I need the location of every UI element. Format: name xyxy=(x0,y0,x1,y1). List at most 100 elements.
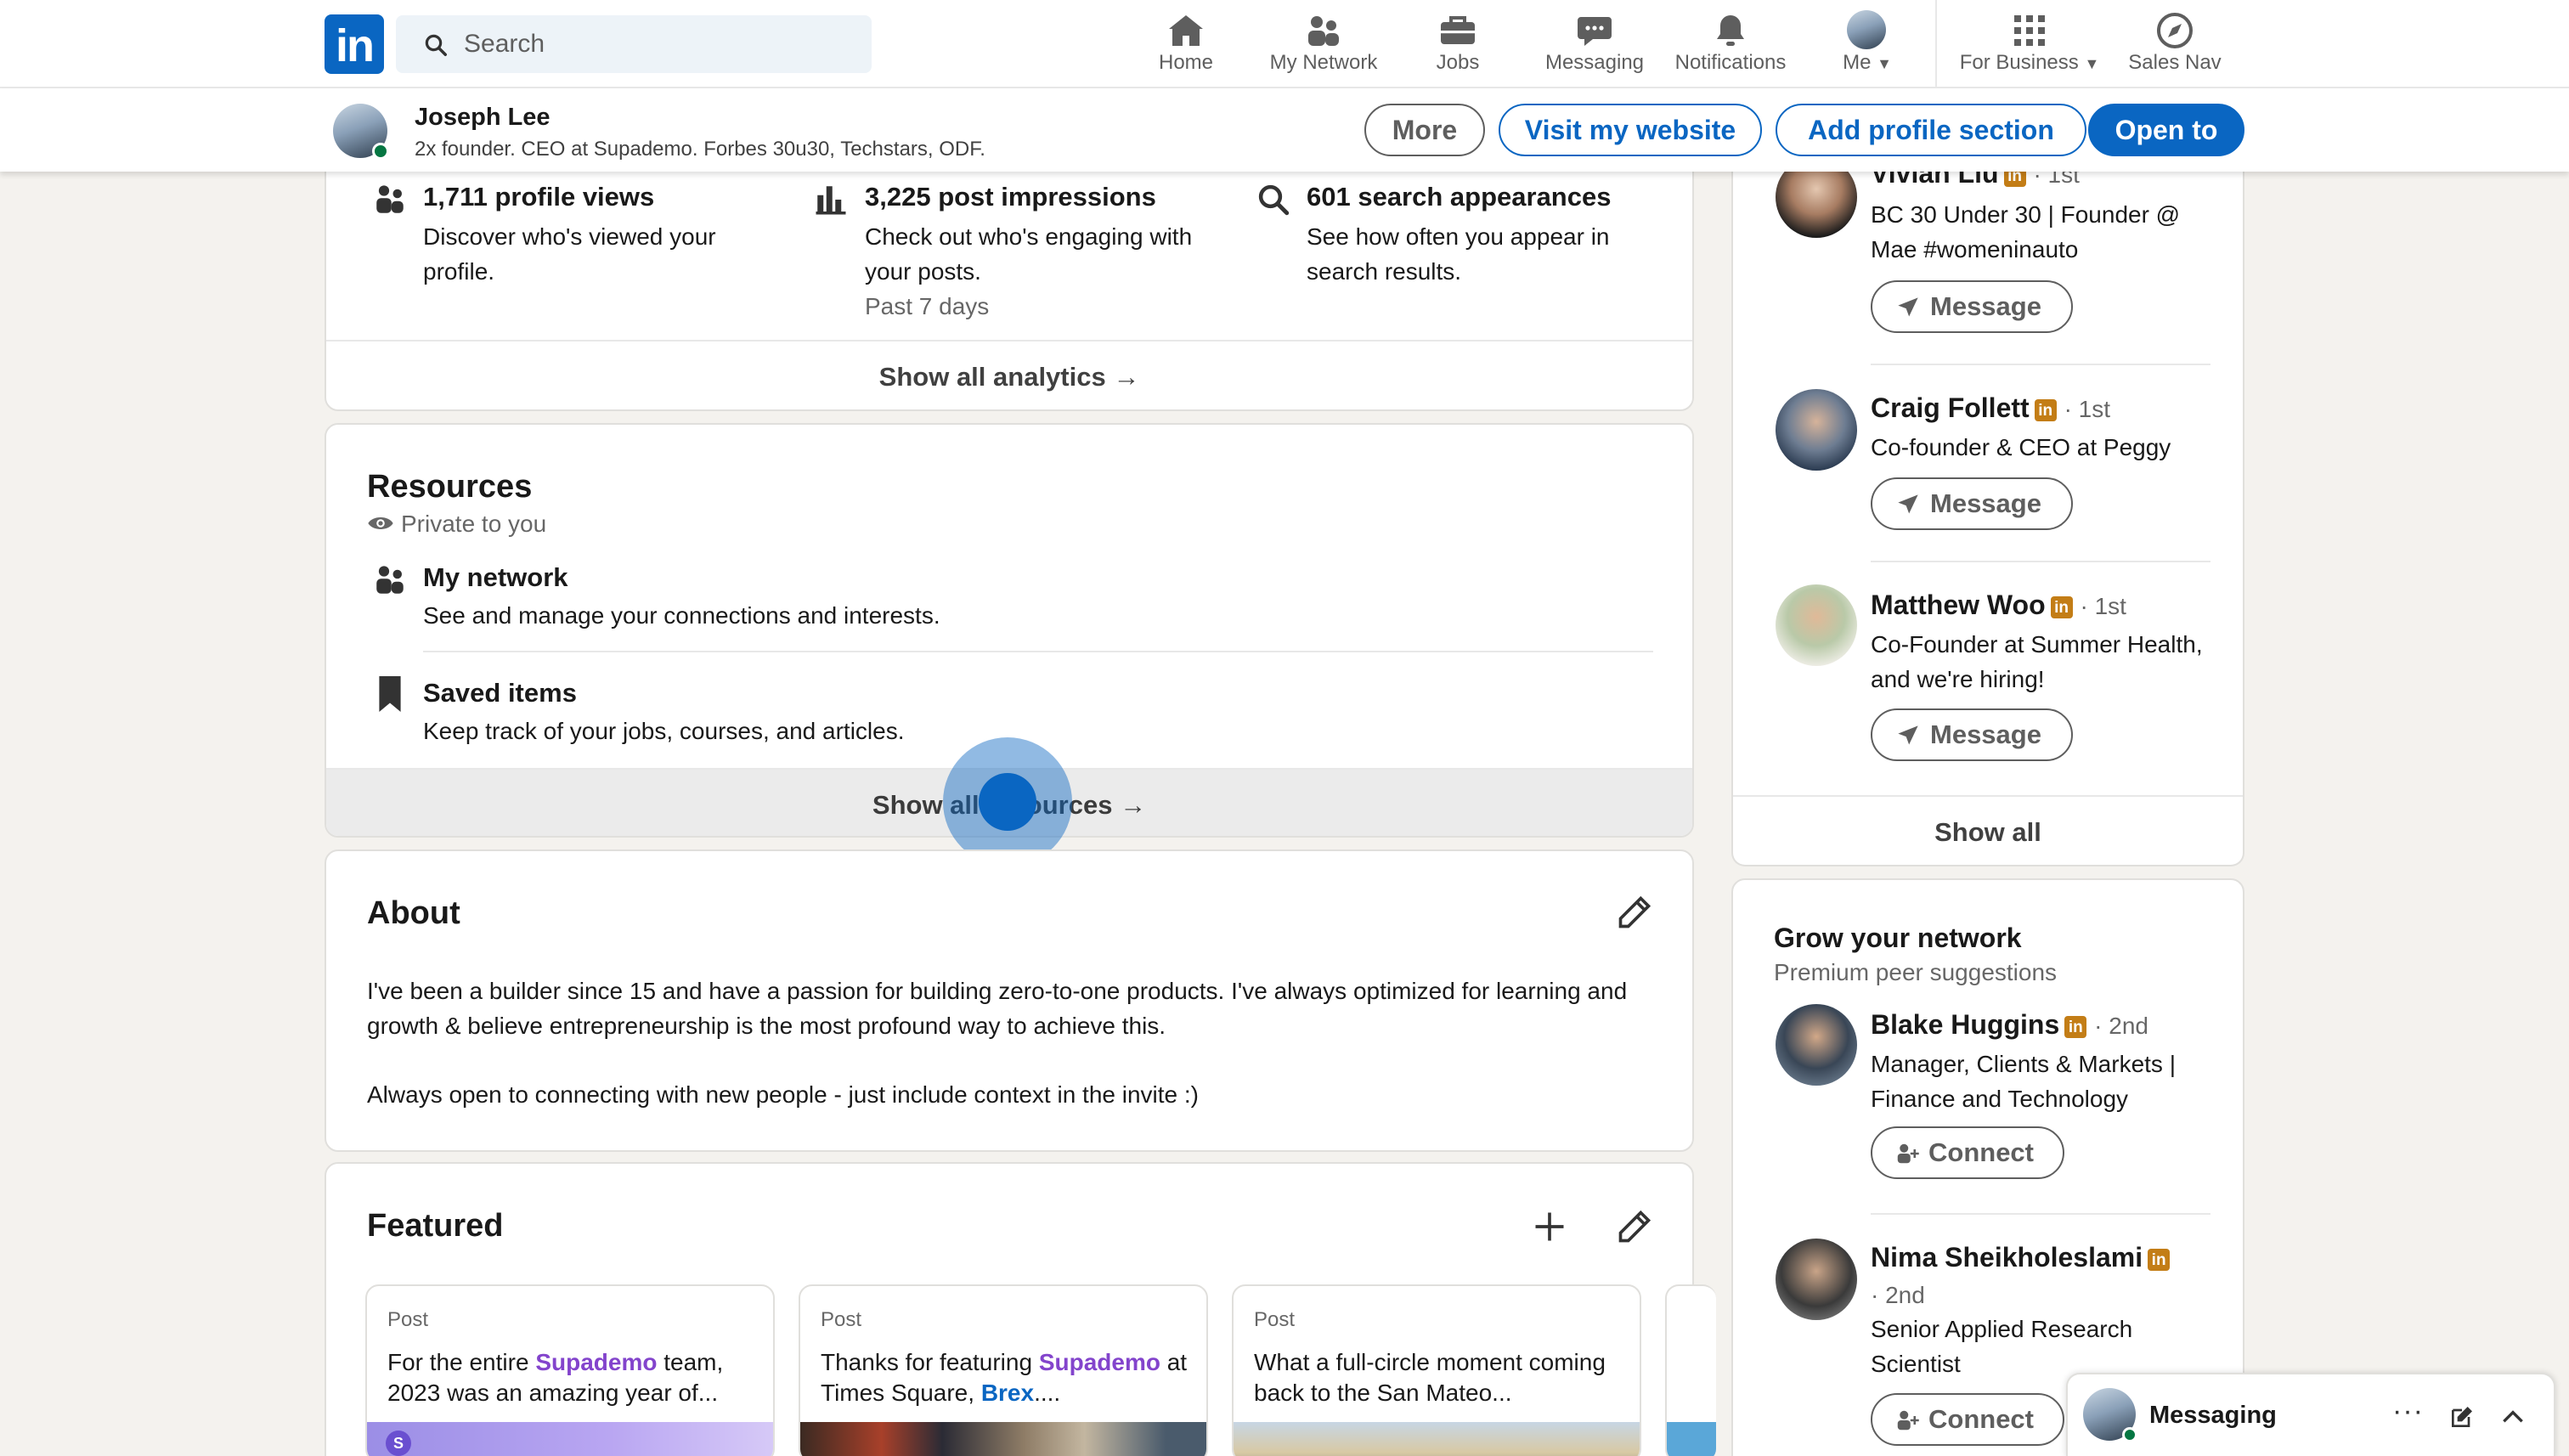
premium-badge-icon: in xyxy=(2148,1249,2171,1271)
caret-down-icon: ▼ xyxy=(1877,55,1892,72)
featured-post-4-partial[interactable] xyxy=(1665,1284,1716,1456)
nima-sheikholeslami-name[interactable]: Nima Sheikholeslami in xyxy=(1871,1242,2171,1273)
add-person-icon xyxy=(1897,1410,1919,1431)
post-snippet: Thanks for featuring Supademo at Times S… xyxy=(821,1349,1188,1406)
more-options-icon[interactable]: ··· xyxy=(2392,1395,2424,1428)
compass-icon xyxy=(2157,13,2193,48)
blake-huggins-avatar[interactable] xyxy=(1776,1004,1857,1086)
more-button[interactable]: More xyxy=(1364,104,1485,156)
search-icon xyxy=(425,34,447,56)
top-nav: in Home My Network Jobs Messaging Notifi… xyxy=(0,0,2569,88)
connect-blake-button[interactable]: Connect xyxy=(1871,1126,2064,1179)
message-matthew-button[interactable]: Message xyxy=(1871,708,2073,761)
resources-title: Resources xyxy=(367,469,533,505)
bookmark-icon xyxy=(379,676,401,712)
grow-network-title: Grow your network xyxy=(1774,923,2022,953)
open-to-button[interactable]: Open to xyxy=(2088,104,2244,156)
nima-sheikholeslami-avatar[interactable] xyxy=(1776,1239,1857,1320)
matthew-woo-avatar[interactable] xyxy=(1776,584,1857,666)
messaging-avatar xyxy=(2083,1388,2137,1442)
grow-network-card: Grow your network Premium peer suggestio… xyxy=(1731,878,2244,1456)
nav-notifications[interactable]: Notifications xyxy=(1667,0,1794,88)
divider xyxy=(423,651,1653,652)
send-icon xyxy=(1898,725,1918,745)
profile-avatar xyxy=(333,104,389,160)
compose-icon[interactable] xyxy=(2448,1403,2476,1431)
pencil-icon[interactable] xyxy=(1616,1208,1653,1245)
message-craig-button[interactable]: Message xyxy=(1871,477,2073,530)
people-icon xyxy=(376,566,404,594)
featured-post-2[interactable]: Post Thanks for featuring Supademo at Ti… xyxy=(799,1284,1208,1456)
profile-headline: 2x founder. CEO at Supademo. Forbes 30u3… xyxy=(415,138,985,161)
add-profile-section-button[interactable]: Add profile section xyxy=(1776,104,2086,156)
post-type-label: Post xyxy=(1254,1308,1296,1331)
linkedin-logo[interactable]: in xyxy=(325,14,384,74)
post-impressions-desc: Check out who's engaging with your posts… xyxy=(865,223,1193,285)
profile-views-title[interactable]: 1,711 profile views xyxy=(423,182,654,212)
featured-post-1[interactable]: Post For the entire Supademo team, 2023 … xyxy=(365,1284,775,1456)
blake-huggins-name[interactable]: Blake Huggins in · 2nd xyxy=(1871,1009,2148,1041)
post-impressions-note: Past 7 days xyxy=(865,293,990,319)
show-all-people-button[interactable]: Show all xyxy=(1733,795,2243,865)
profile-views-desc: Discover who's viewed your profile. xyxy=(423,223,716,285)
message-vivian-button[interactable]: Message xyxy=(1871,280,2073,333)
grid-apps-icon xyxy=(2014,15,2045,46)
matthew-woo-name[interactable]: Matthew Woo in · 1st xyxy=(1871,590,2126,621)
grow-network-subtitle: Premium peer suggestions xyxy=(1774,959,2058,985)
nima-sheikholeslami-degree: · 2nd xyxy=(1871,1282,1925,1308)
connect-nima-button[interactable]: Connect xyxy=(1871,1393,2064,1446)
caret-down-icon: ▼ xyxy=(2084,55,2100,72)
plus-icon[interactable] xyxy=(1531,1208,1568,1245)
post-type-label: Post xyxy=(387,1308,429,1331)
divider xyxy=(1871,364,2210,365)
craig-follett-headline: Co-founder & CEO at Peggy xyxy=(1871,434,2171,460)
show-all-analytics-button[interactable]: Show all analytics → xyxy=(326,340,1692,409)
messaging-icon xyxy=(1578,17,1612,46)
my-network-icon xyxy=(1308,16,1339,46)
nav-messaging[interactable]: Messaging xyxy=(1539,0,1650,88)
search-appearances-desc: See how often you appear in search resul… xyxy=(1307,223,1610,285)
my-network-link[interactable]: My network xyxy=(423,562,568,593)
add-person-icon xyxy=(1897,1143,1919,1164)
nav-jobs[interactable]: Jobs xyxy=(1424,0,1492,88)
featured-post-3[interactable]: Post What a full-circle moment coming ba… xyxy=(1232,1284,1641,1456)
nav-divider xyxy=(1935,0,1937,88)
nav-messaging-label: Messaging xyxy=(1544,51,1645,74)
messaging-dock[interactable]: Messaging ··· xyxy=(2066,1373,2555,1456)
eye-icon xyxy=(368,517,393,529)
about-card: About I've been a builder since 15 and h… xyxy=(325,849,1694,1152)
nav-home[interactable]: Home xyxy=(1152,0,1220,88)
nav-for-business[interactable]: For Business ▼ xyxy=(1951,0,2109,88)
search-appearances-title[interactable]: 601 search appearances xyxy=(1307,182,1611,212)
nav-sales-nav[interactable]: Sales Nav xyxy=(2124,0,2226,88)
analytics-card: 1,711 profile views Discover who's viewe… xyxy=(325,136,1694,411)
nav-my-network-label: My Network xyxy=(1269,51,1378,74)
search-icon xyxy=(1258,184,1290,216)
online-status-indicator xyxy=(2122,1427,2137,1442)
nima-sheikholeslami-headline: Senior Applied Research Scientist xyxy=(1871,1316,2133,1377)
click-indicator-dot xyxy=(979,773,1036,831)
craig-follett-name[interactable]: Craig Follett in · 1st xyxy=(1871,392,2110,424)
nav-for-business-label: For Business ▼ xyxy=(1959,51,2100,74)
me-avatar xyxy=(1847,10,1886,49)
saved-items-link[interactable]: Saved items xyxy=(423,678,577,708)
premium-badge-icon: in xyxy=(2034,399,2057,421)
divider xyxy=(1871,561,2210,562)
nav-me-label: Me ▼ xyxy=(1843,51,1892,74)
premium-badge-icon: in xyxy=(2064,1016,2087,1038)
search-box[interactable] xyxy=(396,15,872,73)
craig-follett-avatar[interactable] xyxy=(1776,389,1857,471)
visit-website-button[interactable]: Visit my website xyxy=(1499,104,1762,156)
nav-home-label: Home xyxy=(1158,51,1214,74)
search-input[interactable] xyxy=(464,15,855,73)
pencil-icon[interactable] xyxy=(1616,894,1653,931)
vivian-liu-headline: BC 30 Under 30 | Founder @ Mae #womenina… xyxy=(1871,201,2181,262)
bar-chart-icon xyxy=(816,186,846,215)
nav-me[interactable]: Me ▼ xyxy=(1833,0,1901,88)
bell-icon xyxy=(1717,15,1744,46)
nav-my-network[interactable]: My Network xyxy=(1257,0,1390,88)
profile-name: Joseph Lee xyxy=(415,104,550,131)
post-thumbnail xyxy=(1234,1422,1640,1456)
chevron-up-icon[interactable] xyxy=(2499,1403,2527,1431)
post-impressions-title[interactable]: 3,225 post impressions xyxy=(865,182,1156,212)
